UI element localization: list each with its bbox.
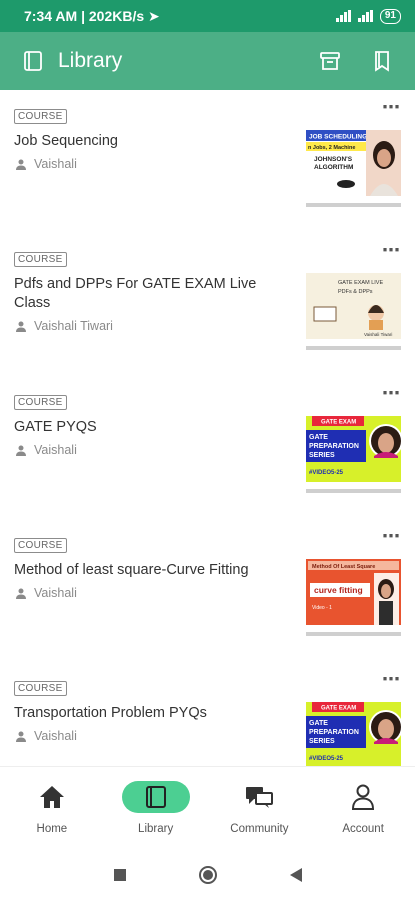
bookmark-icon[interactable] [371,50,393,72]
library-book-icon [22,50,44,72]
course-title: Method of least square-Curve Fitting [14,562,249,578]
course-title: Job Sequencing [14,133,118,149]
course-item[interactable]: COURSE Pdfs and DPPs For GATE EXAM Live … [0,233,415,376]
signal-icon-2 [357,10,374,22]
thumb-line4: ALGORITHM [314,164,353,171]
progress-bar [306,632,401,636]
chat-bubbles-icon [246,787,274,808]
nav-community[interactable]: Community [214,781,304,835]
app-bar: Library [0,32,415,90]
more-options-icon[interactable]: ⋯ [382,527,401,545]
thumb-line1: Method Of Least Square [312,564,375,570]
more-options-icon[interactable]: ⋯ [382,670,401,688]
course-title: GATE PYQS [14,419,97,435]
thumb-line2: curve fitting [314,585,363,595]
thumb-line5: #VIDEO5-25 [309,756,344,762]
course-item[interactable]: COURSE GATE PYQS Vaishali ⋯ GATE EXAM GA… [0,376,415,519]
thumb-line2: PDFs & DPPs [338,289,373,295]
course-item[interactable]: COURSE Method of least square-Curve Fitt… [0,519,415,662]
course-title: Pdfs and DPPs For GATE EXAM Live Class [14,276,257,311]
system-nav-bar [0,850,415,900]
thumb-line2: GATE [309,434,328,441]
progress-bar [306,346,401,350]
person-outline-icon [352,784,375,810]
person-icon [16,588,26,599]
thumb-line3: PREPARATION [309,729,359,736]
course-list: COURSE Job Sequencing Vaishali ⋯ JOB SCH… [0,90,415,766]
more-options-icon[interactable]: ⋯ [382,241,401,259]
battery-icon: 91 [379,8,401,24]
course-badge: COURSE [14,681,67,696]
author-name: Vaishali [34,443,77,457]
nav-library-label: Library [138,823,174,835]
status-right: 91 [335,8,401,24]
page-title: Library [58,49,123,72]
home-icon [39,786,64,808]
thumb-line1: GATE EXAM [321,420,356,426]
course-badge: COURSE [14,395,67,410]
person-icon [16,159,26,170]
nav-account-label: Account [342,823,384,835]
progress-bar [306,489,401,493]
telegram-icon: ➤ [148,7,160,24]
course-thumbnail[interactable]: GATE EXAM LIVE PDFs & DPPs Vaishali Tiwa… [306,273,401,339]
signal-icon [335,10,352,22]
author-name: Vaishali [34,586,77,600]
status-time: 7:34 AM [24,7,78,24]
nav-community-label: Community [230,823,289,835]
status-bar: 7:34 AM | 202KB/s ➤ 91 [0,0,415,32]
archive-icon[interactable] [319,50,341,72]
thumb-line3: JOHNSON'S [314,156,353,163]
more-options-icon[interactable]: ⋯ [382,384,401,402]
course-thumbnail[interactable]: Method Of Least Square curve fitting Vid… [306,559,401,625]
nav-library[interactable]: Library [111,781,201,835]
course-title: Transportation Problem PYQs [14,705,207,721]
author-name: Vaishali [34,157,77,171]
more-options-icon[interactable]: ⋯ [382,98,401,116]
person-icon [16,731,26,742]
thumb-line1: JOB SCHEDULING [309,134,367,141]
home-circle-icon[interactable] [198,865,218,885]
course-thumbnail[interactable]: GATE EXAM GATE PREPARATION SERIES #VIDEO… [306,416,401,482]
course-badge: COURSE [14,109,67,124]
network-speed: 202KB/s [88,7,145,24]
author-name: Vaishali [34,729,77,743]
course-item[interactable]: COURSE Transportation Problem PYQs Vaish… [0,662,415,766]
status-left: 7:34 AM | 202KB/s ➤ [24,7,160,24]
thumb-line1: GATE EXAM [321,706,356,712]
thumb-line1: GATE EXAM LIVE [338,280,383,286]
nav-home-label: Home [36,823,68,835]
author-name: Vaishali Tiwari [34,319,113,333]
thumb-line5: #VIDEO5-25 [309,470,344,476]
course-thumbnail[interactable]: GATE EXAM GATE PREPARATION SERIES #VIDEO… [306,702,401,766]
course-badge: COURSE [14,538,67,553]
thumb-line2: n Jobs, 2 Machine [308,145,355,151]
nav-account[interactable]: Account [318,781,408,835]
thumb-line3: Video - 1 [312,605,332,611]
thumb-line3: Vaishali Tiwari [364,332,392,337]
course-badge: COURSE [14,252,67,267]
person-icon [16,445,26,456]
thumb-line4: SERIES [309,738,335,745]
nav-home[interactable]: Home [7,781,97,835]
thumb-line3: PREPARATION [309,443,359,450]
recents-icon[interactable] [113,869,126,881]
course-item[interactable]: COURSE Job Sequencing Vaishali ⋯ JOB SCH… [0,90,415,233]
thumb-line4: SERIES [309,452,335,459]
course-thumbnail[interactable]: JOB SCHEDULING n Jobs, 2 Machine JOHNSON… [306,130,401,196]
library-book-icon [145,786,166,808]
progress-bar [306,203,401,207]
thumb-line2: GATE [309,720,328,727]
bottom-nav: Home Library Community Account [0,766,415,850]
back-icon[interactable] [289,868,302,882]
person-icon [16,321,26,332]
